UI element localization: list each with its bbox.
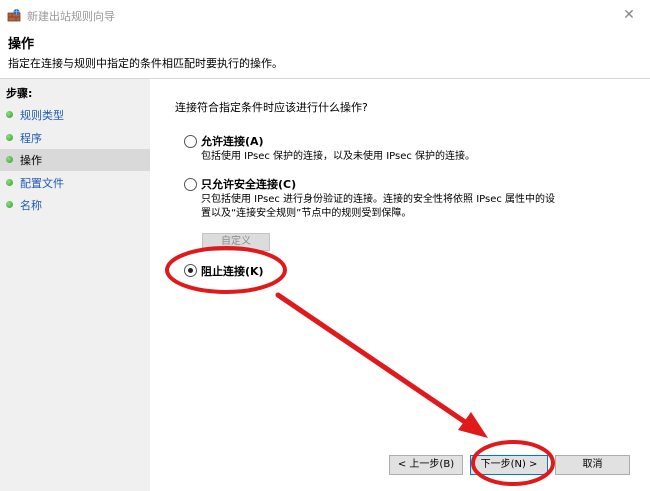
green-bullet-icon (6, 134, 13, 141)
green-bullet-icon (6, 179, 13, 186)
customize-button: 自定义 (202, 233, 270, 251)
action-question: 连接符合指定条件时应该进行什么操作? (175, 101, 368, 114)
sidebar-item-rule-type[interactable]: 规则类型 (0, 104, 150, 126)
sidebar-item-label: 规则类型 (20, 109, 64, 122)
allow-connection-description: 包括使用 IPsec 保护的连接，以及未使用 IPsec 保护的连接。 (201, 151, 476, 162)
allow-secure-label[interactable]: 只允许安全连接(C) (201, 176, 296, 192)
sidebar-item-label: 程序 (20, 132, 42, 145)
allow-secure-radio[interactable] (184, 178, 197, 191)
main-content: 连接符合指定条件时应该进行什么操作? 允许连接(A) 包括使用 IPsec 保护… (150, 79, 650, 491)
sidebar-item-profile[interactable]: 配置文件 (0, 172, 150, 194)
green-bullet-icon (6, 201, 13, 208)
sidebar-item-action[interactable]: 操作 (0, 149, 150, 171)
next-button[interactable]: 下一步(N) > (470, 455, 548, 475)
window-title: 新建出站规则向导 (27, 10, 115, 23)
page-header: 操作 指定在连接与规则中指定的条件相匹配时要执行的操作。 (0, 30, 650, 79)
green-bullet-icon (6, 111, 13, 118)
title-bar: 新建出站规则向导 ✕ (0, 0, 650, 30)
allow-secure-description: 只包括使用 IPsec 进行身份验证的连接。连接的安全性将依照 IPsec 属性… (201, 193, 641, 221)
block-connection-radio[interactable] (184, 264, 197, 277)
sidebar-item-label: 操作 (20, 154, 42, 167)
block-connection-label[interactable]: 阻止连接(K) (201, 263, 264, 279)
steps-sidebar: 步骤: 规则类型 程序 操作 配置文件 名称 (0, 79, 150, 491)
green-bullet-icon (6, 156, 13, 163)
allow-secure-description-line: 置以及“连接安全规则”节点中的规则受到保障。 (201, 208, 412, 219)
page-description: 指定在连接与规则中指定的条件相匹配时要执行的操作。 (8, 57, 283, 70)
sidebar-item-label: 配置文件 (20, 177, 64, 190)
sidebar-item-label: 名称 (20, 199, 42, 212)
back-button[interactable]: < 上一步(B) (389, 455, 463, 475)
steps-heading: 步骤: (6, 87, 33, 100)
close-button[interactable]: ✕ (614, 2, 644, 28)
firewall-wizard-icon (7, 9, 21, 22)
allow-connection-radio[interactable] (184, 135, 197, 148)
cancel-button[interactable]: 取消 (555, 455, 630, 475)
page-title: 操作 (8, 37, 35, 52)
sidebar-item-name[interactable]: 名称 (0, 194, 150, 216)
sidebar-item-program[interactable]: 程序 (0, 127, 150, 149)
allow-secure-description-line: 只包括使用 IPsec 进行身份验证的连接。连接的安全性将依照 IPsec 属性… (201, 194, 556, 205)
allow-connection-label[interactable]: 允许连接(A) (201, 133, 264, 149)
